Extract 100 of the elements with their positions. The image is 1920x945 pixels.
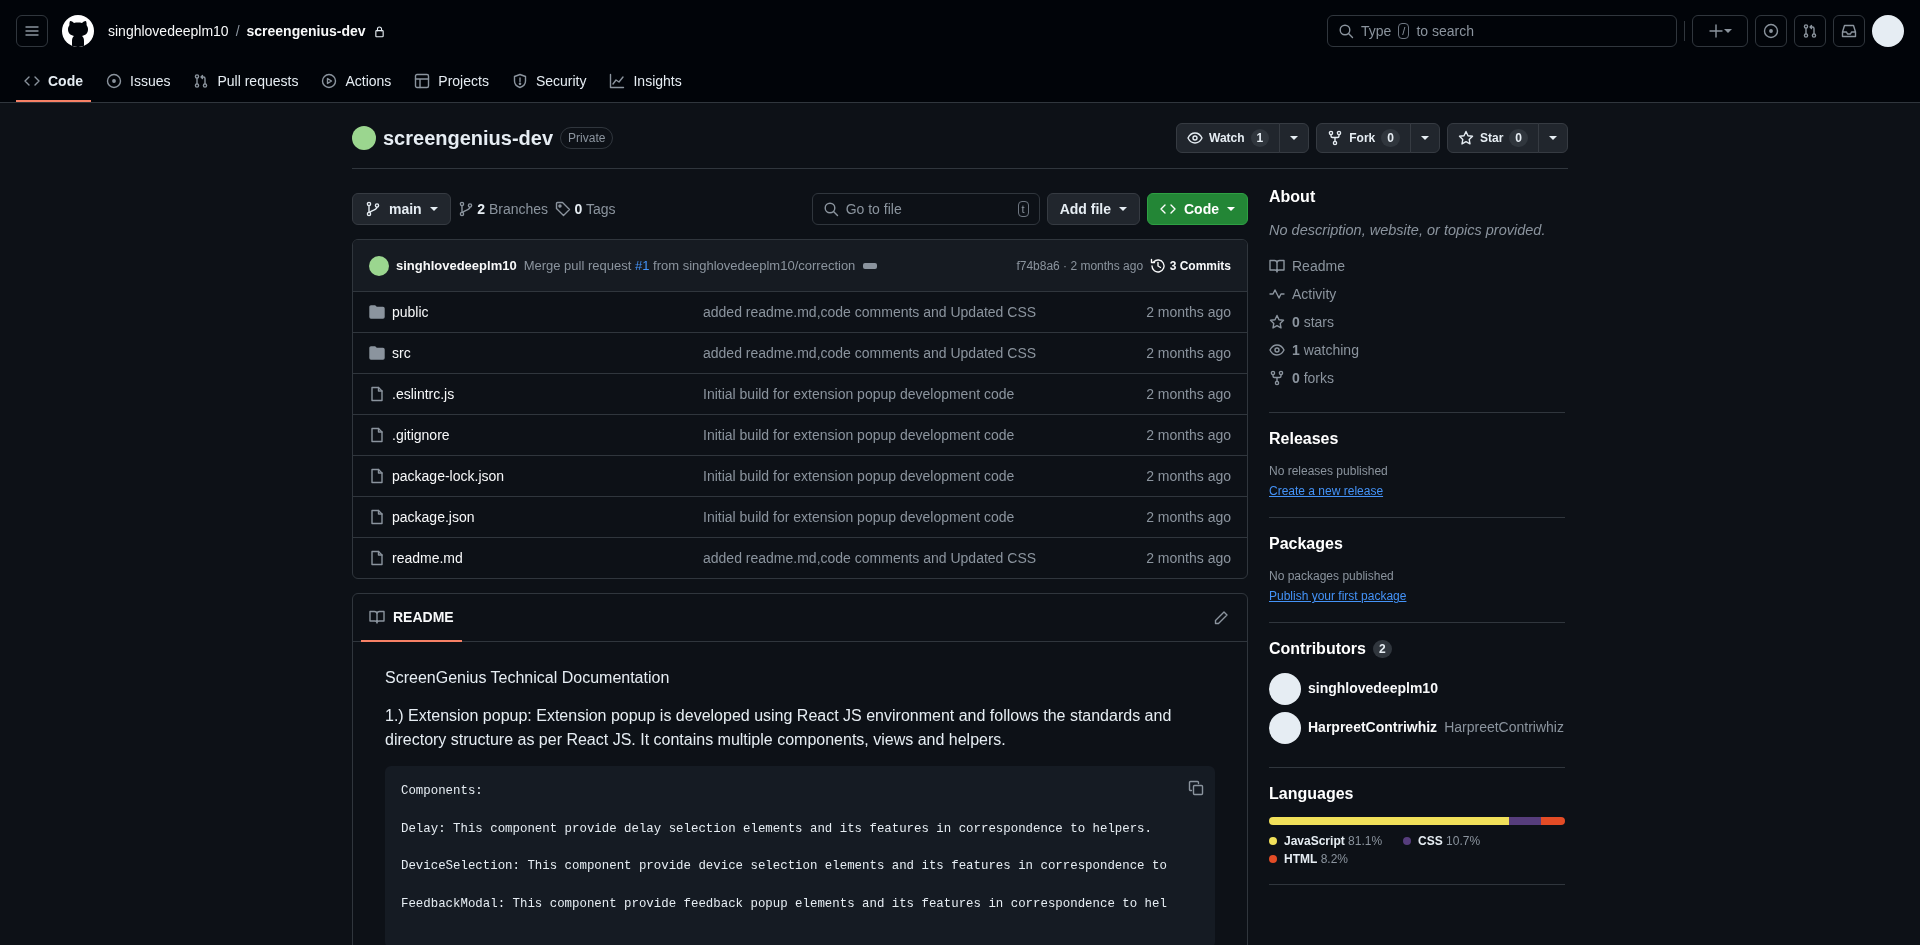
file-name-link[interactable]: .gitignore: [392, 424, 450, 446]
repo-tab[interactable]: Projects: [406, 62, 497, 102]
plus-icon: [1708, 23, 1724, 39]
issue-icon: [1763, 23, 1779, 39]
commit-message-link[interactable]: Initial build for extension popup development code: [703, 424, 1147, 446]
repo-action-button[interactable]: Star 0: [1446, 122, 1539, 153]
play-icon: [321, 73, 338, 89]
search-field[interactable]: Type / to search: [1327, 15, 1677, 47]
contributor-avatar[interactable]: [1269, 672, 1301, 705]
star-icon: [1269, 314, 1285, 331]
repo-tab[interactable]: Issues: [98, 62, 179, 102]
pull-request-icon: [1802, 23, 1818, 39]
book-icon: [369, 609, 385, 625]
about-link[interactable]: 0 stars: [1269, 311, 1565, 333]
add-file-button[interactable]: Add file: [1046, 193, 1140, 225]
inbox-button[interactable]: [1833, 15, 1865, 47]
commits-link[interactable]: 3 Commits: [1150, 256, 1231, 275]
search-placeholder: Type: [1361, 21, 1392, 41]
language-bar-segment: [1540, 816, 1565, 825]
commit-time: 2 months ago: [1146, 425, 1231, 445]
repo-tab[interactable]: Code: [16, 62, 91, 102]
table-icon: [414, 73, 431, 89]
pull-request-icon: [193, 73, 210, 89]
about-link[interactable]: 1 watching: [1269, 339, 1565, 361]
issue-icon: [106, 73, 122, 89]
file-icon: [369, 509, 385, 525]
file-name-link[interactable]: src: [392, 342, 411, 364]
file-name-link[interactable]: .eslintrc.js: [392, 383, 455, 405]
commit-message-link[interactable]: Initial build for extension popup development code: [703, 506, 1147, 528]
dropdown-button[interactable]: [1538, 122, 1568, 153]
section-heading: About: [1269, 187, 1317, 207]
about-link[interactable]: Readme: [1269, 255, 1565, 277]
owner-link[interactable]: singhlovedeeplm10: [108, 20, 229, 42]
section-heading: Packages: [1269, 534, 1344, 554]
pull-request-link[interactable]: #1: [634, 257, 650, 273]
pencil-icon: [1212, 610, 1229, 627]
commit-hash-time: f74b8a6 · 2 months ago: [1016, 257, 1144, 275]
eye-icon: [1187, 129, 1203, 146]
commit-message-link[interactable]: Initial build for extension popup development code: [703, 383, 1147, 405]
language-name: JavaScript 81.1%: [1284, 832, 1383, 850]
octocat-logo-icon[interactable]: [62, 15, 94, 47]
code-line: Components:: [401, 783, 483, 800]
go-to-file-field[interactable]: Go to file t: [811, 193, 1040, 225]
file-name-link[interactable]: package.json: [392, 506, 475, 528]
issues-button[interactable]: [1755, 15, 1787, 47]
search-placeholder: to search: [1416, 21, 1474, 41]
section-heading: Languages: [1269, 783, 1355, 803]
caret-icon: [1290, 135, 1299, 140]
repo-link[interactable]: screengenius-dev: [246, 20, 366, 42]
author-link[interactable]: singhlovedeeplm10: [396, 255, 517, 276]
menu-button[interactable]: [16, 15, 48, 47]
dropdown-button[interactable]: [1409, 122, 1440, 153]
commit-message-link[interactable]: added readme.md,code comments and Updated CSS: [703, 301, 1147, 323]
file-name-link[interactable]: package-lock.json: [392, 465, 505, 487]
lock-icon: [372, 24, 386, 38]
pull-requests-button[interactable]: [1794, 15, 1826, 47]
breadcrumb-separator: /: [235, 21, 240, 41]
create-link[interactable]: Publish your first package: [1269, 589, 1407, 604]
commit-message-link[interactable]: Initial build for extension popup development code: [703, 465, 1147, 487]
count-label: 2: [1372, 639, 1392, 658]
branch-selector[interactable]: main: [352, 193, 451, 225]
contributor-link[interactable]: singhlovedeeplm10: [1308, 678, 1438, 699]
section-heading: Releases: [1269, 428, 1340, 449]
contributor-avatar[interactable]: [1269, 711, 1301, 744]
file-icon: [369, 468, 385, 484]
tags-link[interactable]: 0 Tags: [555, 198, 616, 220]
about-description: No description, website, or topics provided.: [1269, 221, 1547, 241]
code-button[interactable]: Code: [1147, 193, 1248, 225]
commit-time: 2 months ago: [1146, 548, 1231, 568]
file-icon: [369, 386, 385, 402]
empty-note: No releases published: [1269, 463, 1389, 481]
repo-action-button[interactable]: Watch 1: [1176, 122, 1281, 153]
file-name-link[interactable]: public: [392, 301, 429, 323]
contributor-link[interactable]: HarpreetContriwhiz: [1308, 717, 1438, 738]
count-label: 1: [1250, 128, 1270, 147]
search-icon: [1338, 23, 1354, 39]
keyboard-key: /: [1398, 23, 1410, 39]
branches-link[interactable]: 2 Branches: [457, 198, 549, 220]
readme-tab[interactable]: README: [361, 594, 462, 642]
create-link[interactable]: Create a new release: [1269, 484, 1384, 499]
repo-action-button[interactable]: Fork 0: [1316, 122, 1411, 153]
about-link[interactable]: Activity: [1269, 283, 1565, 305]
commit-message-link[interactable]: added readme.md,code comments and Updated CSS: [703, 547, 1147, 569]
file-icon: [369, 427, 385, 443]
code-line: Delay: This component provide delay selection elements and its features in correspondence to helpers.: [401, 820, 1152, 838]
repo-tab[interactable]: Security: [503, 62, 595, 102]
copy-icon: [1187, 779, 1204, 796]
dropdown-button[interactable]: [1279, 122, 1310, 153]
fork-icon: [1269, 370, 1285, 387]
repo-tab[interactable]: Pull requests: [185, 62, 307, 102]
repo-tab[interactable]: Insights: [601, 62, 690, 102]
code-line: FeedbackModal: This component provide feedback popup elements and its features in correspondence to hel: [401, 895, 1167, 913]
author-avatar: [369, 255, 389, 276]
star-icon: [1457, 129, 1474, 146]
about-link[interactable]: 0 forks: [1269, 367, 1565, 389]
create-new-button[interactable]: [1692, 15, 1748, 47]
file-name-link[interactable]: readme.md: [392, 547, 463, 569]
repo-tab[interactable]: Actions: [313, 62, 400, 102]
commit-message-link[interactable]: added readme.md,code comments and Updated CSS: [703, 342, 1147, 364]
user-avatar[interactable]: [1872, 15, 1904, 47]
